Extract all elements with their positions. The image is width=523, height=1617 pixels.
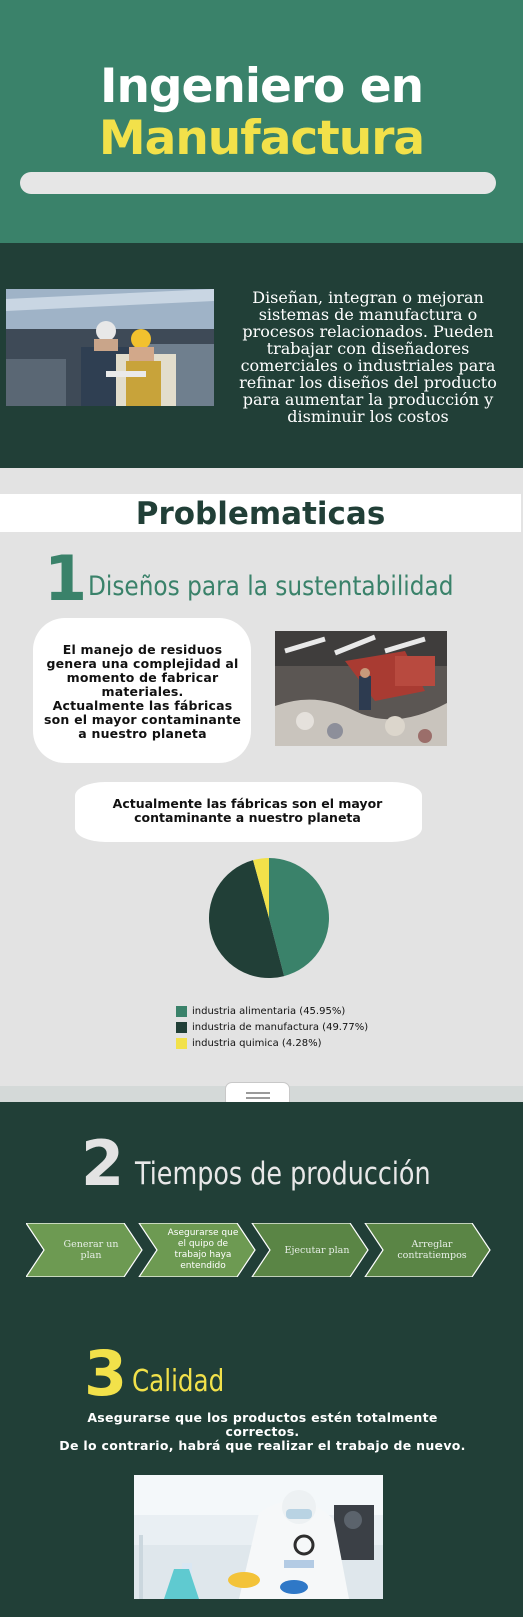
legend-item-3: industria quimica (4.28%): [176, 1035, 368, 1051]
process-step-4: Arreglar contratiempos: [397, 1239, 467, 1261]
legend-item-1: industria alimentaria (45.95%): [176, 1003, 368, 1019]
handle-line: [246, 1092, 270, 1094]
quality-line: Asegurarse que los productos estén total…: [87, 1410, 438, 1439]
process-step-1: Generar un plan: [63, 1239, 119, 1261]
legend-label: industria quimica (4.28%): [192, 1037, 322, 1049]
legend-swatch: [176, 1037, 187, 1049]
section-1-title: Diseños para la sustentabilidad: [88, 571, 454, 602]
engineers-photo: [6, 289, 214, 406]
quality-description: Asegurarse que los productos estén total…: [50, 1411, 475, 1453]
page-title-line1: Ingeniero en: [99, 59, 424, 114]
section-3-number: 3: [84, 1337, 128, 1410]
pie-legend: industria alimentaria (45.95%) industria …: [176, 1003, 368, 1051]
stat-callout-text: Actualmente las fábricas son el mayor co…: [112, 796, 383, 825]
problems-title: Problematicas: [135, 496, 386, 532]
legend-label: industria de manufactura (49.77%): [192, 1021, 369, 1033]
section-2-number: 2: [81, 1127, 125, 1200]
waste-info-line: Actualmente las fábricas son el mayor co…: [43, 698, 242, 741]
handle-line: [246, 1097, 270, 1099]
waste-info-line: El manejo de residuos genera una complej…: [46, 642, 239, 699]
legend-item-2: industria de manufactura (49.77%): [176, 1019, 368, 1035]
legend-label: industria alimentaria (45.95%): [192, 1005, 346, 1017]
section-2-title: Tiempos de producción: [135, 1156, 431, 1192]
pollution-pie-chart: [209, 858, 330, 978]
process-step-3: Ejecutar plan: [284, 1244, 350, 1256]
legend-swatch: [176, 1005, 187, 1017]
process-step-2: Asegurarse que el quipo de trabajo haya …: [167, 1228, 239, 1271]
lab-worker-photo: [134, 1475, 383, 1599]
section-1-number: 1: [44, 542, 88, 615]
waste-info-text: El manejo de residuos genera una complej…: [40, 643, 245, 741]
page-title-line2: Manufactura: [98, 111, 425, 166]
title-underline-bar: [20, 172, 496, 194]
intro-description: Diseñan, integran o mejoran sistemas de …: [239, 288, 497, 426]
waste-factory-photo: [275, 631, 447, 746]
legend-swatch: [176, 1021, 187, 1033]
quality-line: De lo contrario, habrá que realizar el t…: [59, 1438, 466, 1453]
section-3-title: Calidad: [132, 1364, 225, 1399]
